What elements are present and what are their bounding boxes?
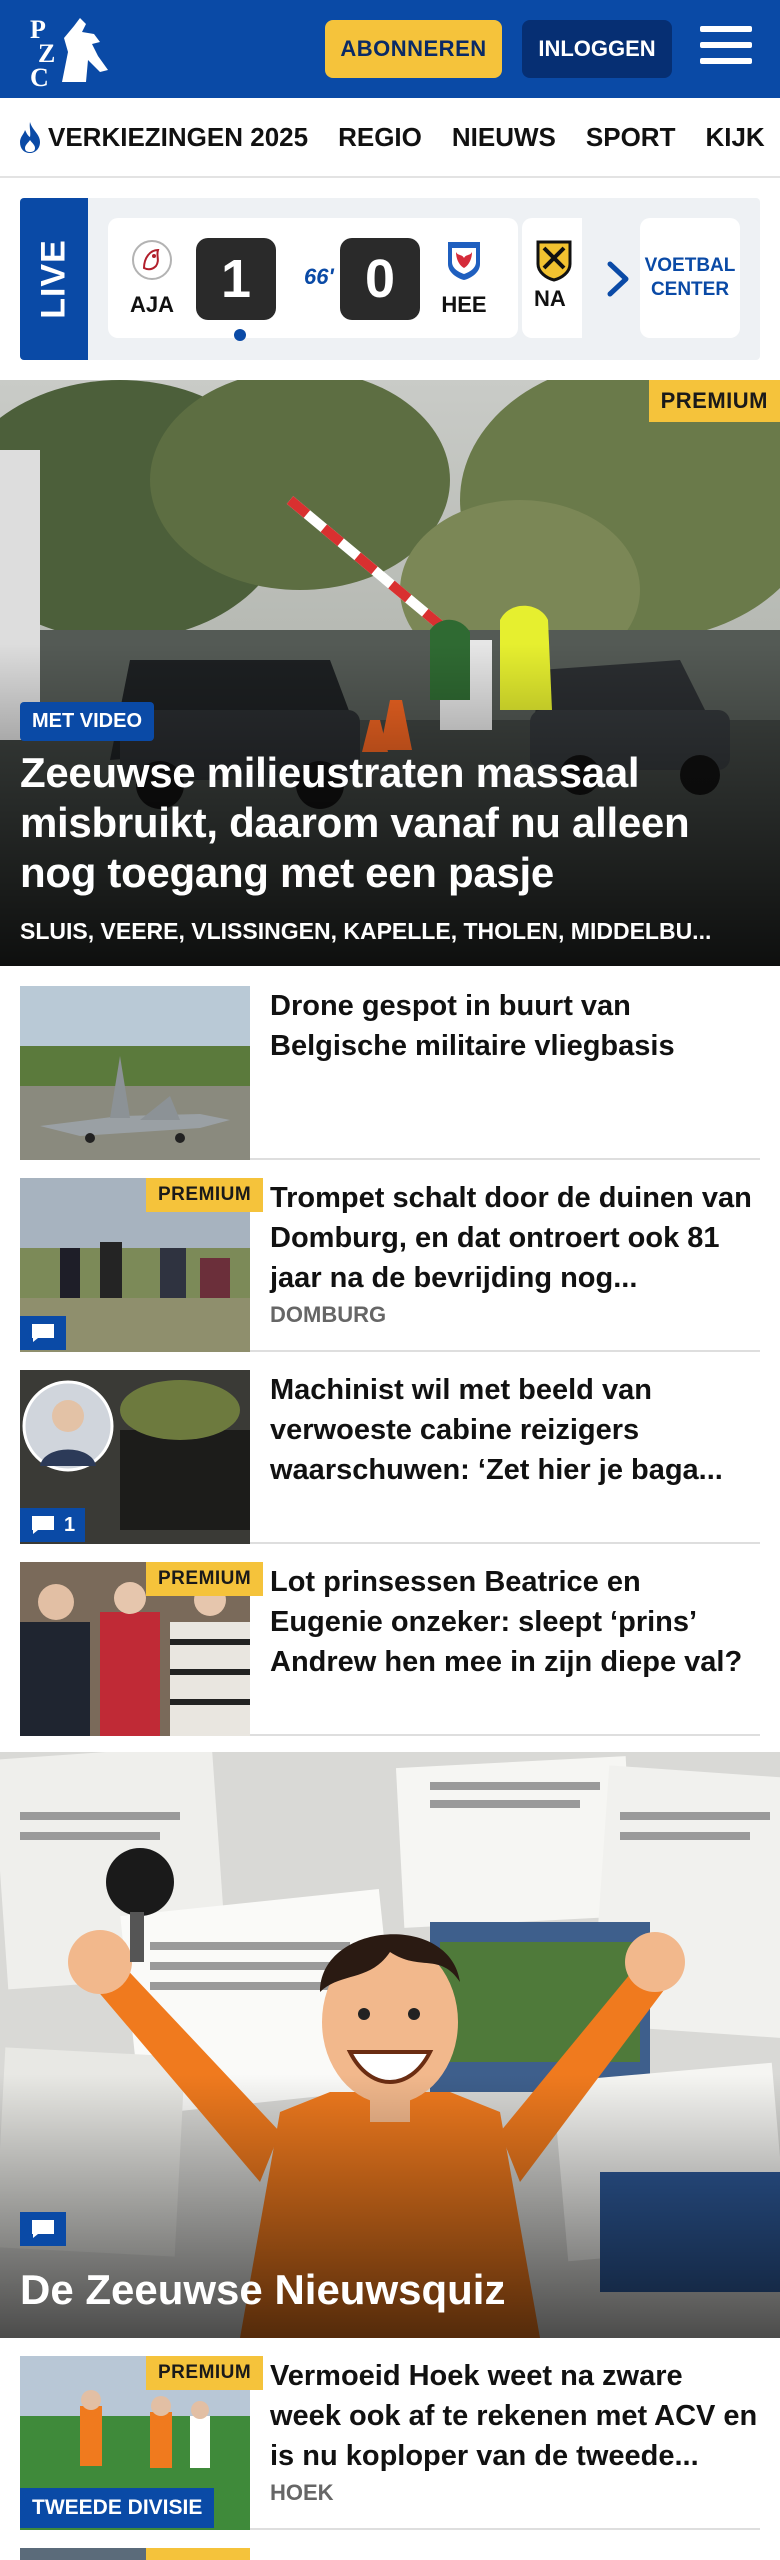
premium-badge: PREMIUM	[146, 2356, 264, 2390]
main-navigation: VERKIEZINGEN 2025 REGIO NIEUWS SPORT KIJ…	[0, 98, 780, 178]
live-label: LIVE	[20, 198, 88, 360]
match-minute: 66'	[304, 264, 334, 289]
division-badge: TWEEDE DIVISIE	[20, 2488, 215, 2528]
comment-badge[interactable]	[20, 2212, 66, 2246]
article-location: HOEK	[270, 2480, 334, 2505]
premium-badge: PREMIUM	[146, 1562, 264, 1596]
premium-badge: PREMIUM	[146, 1178, 264, 1212]
video-badge: MET VIDEO	[20, 702, 155, 741]
away-team: HEE	[434, 238, 494, 318]
article-thumbnail-partial[interactable]	[20, 2548, 250, 2560]
nav-item-kijk[interactable]: KIJK	[705, 122, 764, 153]
nav-item-sport[interactable]: SPORT	[586, 122, 676, 153]
article-item[interactable]: PREMIUM Trompet schalt door de duinen va…	[20, 1178, 760, 1352]
football-center-link[interactable]: VOETBAL CENTER	[640, 218, 740, 338]
comment-count: 1	[64, 1513, 76, 1536]
heerenveen-logo-icon	[448, 242, 480, 280]
live-scores-bar: LIVE AJA 1 66' 0 HEE NA VOETBAL CENTER	[20, 198, 760, 360]
quiz-title[interactable]: De Zeeuwse Nieuwsquiz	[20, 2266, 505, 2314]
live-match-card[interactable]: AJA 1 66' 0 HEE	[108, 218, 518, 341]
article-thumbnail	[20, 986, 250, 1160]
next-team-code: NA	[534, 286, 566, 311]
comment-badge[interactable]: 1	[20, 1508, 86, 1542]
nac-logo-icon	[536, 240, 572, 282]
article-item[interactable]: 1 Machinist wil met beeld van verwoeste …	[20, 1370, 760, 1544]
premium-badge: PREMIUM	[648, 380, 780, 422]
football-center-line2: CENTER	[650, 279, 730, 300]
hero-headline[interactable]: Zeeuwse milieustraten massaal misbruikt,…	[20, 748, 760, 898]
away-score: 0	[340, 238, 420, 320]
home-team: AJA	[122, 238, 182, 318]
possession-dot	[234, 329, 246, 341]
quiz-image	[0, 1752, 780, 2338]
away-team-code: HEE	[441, 292, 487, 317]
article-item[interactable]: PREMIUM Lot prinsessen Beatrice en Eugen…	[20, 1562, 760, 1736]
home-team-code: AJA	[129, 292, 174, 317]
hero-location-tags: SLUIS, VEERE, VLISSINGEN, KAPELLE, THOLE…	[20, 918, 712, 944]
ajax-logo-icon	[132, 240, 172, 280]
comment-icon	[32, 1324, 54, 1342]
article-item[interactable]: PREMIUM TWEEDE DIVISIE Vermoeid Hoek wee…	[20, 2356, 760, 2530]
news-quiz-card[interactable]: De Zeeuwse Nieuwsquiz	[0, 1752, 780, 2338]
svg-text:C: C	[30, 63, 49, 88]
premium-badge-partial	[146, 2548, 250, 2560]
subscribe-button[interactable]: ABONNEREN	[325, 20, 502, 78]
article-location: DOMBURG	[270, 1302, 387, 1327]
nav-item-nieuws[interactable]: NIEUWS	[452, 122, 556, 153]
football-center-line1: VOETBAL	[644, 255, 736, 277]
chevron-right-icon[interactable]	[598, 254, 638, 304]
article-item[interactable]: Drone gespot in buurt van Belgische mili…	[20, 986, 760, 1160]
flame-icon	[20, 122, 40, 153]
nav-item-verkiezingen[interactable]: VERKIEZINGEN 2025	[16, 120, 308, 154]
login-button[interactable]: INLOGGEN	[522, 20, 672, 78]
article-title[interactable]: Trompet schalt door de duinen van Dombur…	[270, 1178, 760, 1298]
site-header: P Z C ABONNEREN INLOGGEN	[0, 0, 780, 98]
article-title[interactable]: Lot prinsessen Beatrice en Eugenie onzek…	[270, 1562, 760, 1682]
comment-badge[interactable]	[20, 1316, 66, 1350]
nav-item-regio[interactable]: REGIO	[338, 122, 422, 153]
comment-icon	[32, 2220, 54, 2238]
nav-label: VERKIEZINGEN 2025	[48, 121, 309, 152]
article-title[interactable]: Machinist wil met beeld van verwoeste ca…	[270, 1370, 760, 1490]
hero-article[interactable]: PREMIUM MET VIDEO Zeeuwse milieustraten …	[0, 380, 780, 966]
next-match-card[interactable]: NA	[522, 218, 582, 338]
article-title[interactable]: Drone gespot in buurt van Belgische mili…	[270, 986, 760, 1066]
hamburger-menu-icon[interactable]	[700, 26, 752, 70]
home-score: 1	[196, 238, 276, 320]
article-title[interactable]: Vermoeid Hoek weet na zware week ook af …	[270, 2356, 760, 2476]
pzc-logo[interactable]: P Z C	[28, 12, 112, 88]
comment-icon	[32, 1516, 54, 1534]
